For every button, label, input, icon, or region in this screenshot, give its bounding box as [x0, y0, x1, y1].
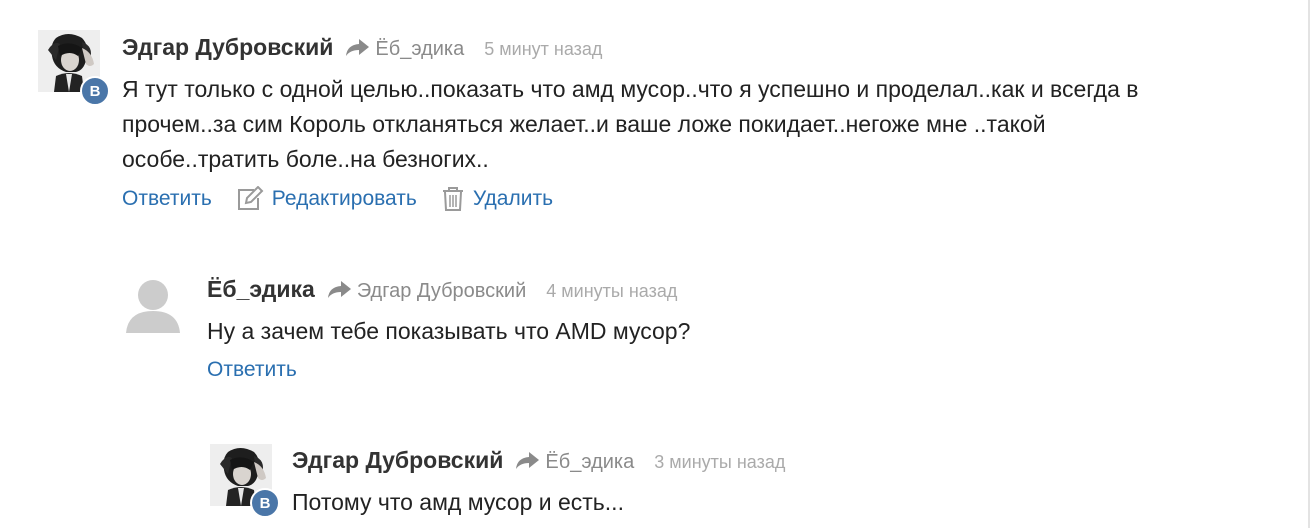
comment-3-header: Эдгар Дубровский Ёб_эдика 3 минуты назад — [292, 447, 785, 474]
reply-arrow-icon — [516, 452, 540, 469]
comment-3-avatar[interactable]: B — [210, 444, 280, 518]
reply-target[interactable]: Ёб_эдика — [545, 451, 634, 474]
comment-3: B Эдгар Дубровский Ёб_эдика 3 минуты наз… — [0, 0, 1310, 528]
comment-author[interactable]: Эдгар Дубровский — [292, 447, 503, 474]
comment-text: Потому что амд мусор и есть... — [292, 489, 624, 515]
comment-time[interactable]: 3 минуты назад — [654, 452, 785, 473]
vk-badge-icon: B — [250, 488, 280, 518]
